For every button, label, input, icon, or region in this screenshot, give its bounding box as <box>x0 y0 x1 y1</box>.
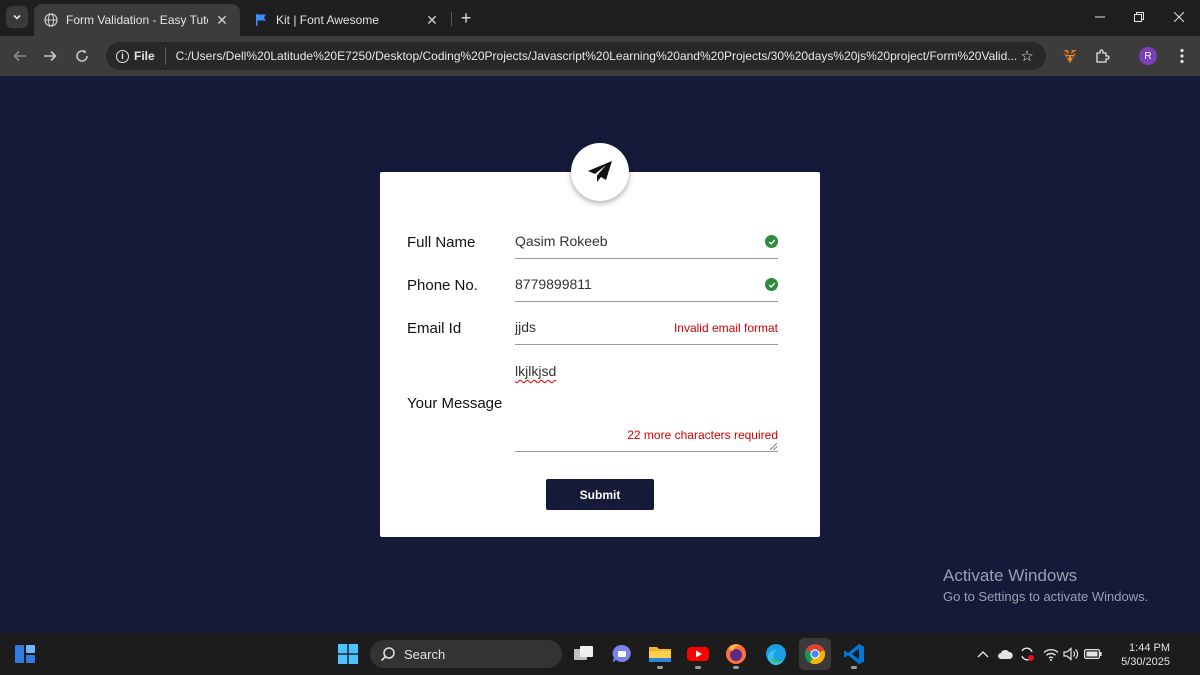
restore-icon <box>1134 12 1144 22</box>
email-label: Email Id <box>407 320 462 337</box>
message-error-message: 22 more characters required <box>627 428 778 442</box>
tab-search-button[interactable] <box>6 6 28 28</box>
full-name-label: Full Name <box>407 234 476 251</box>
message-textarea[interactable]: lkjlkjsd 22 more characters required <box>515 359 778 452</box>
task-view-icon <box>574 646 593 660</box>
battery-icon <box>1084 649 1102 659</box>
flag-icon <box>254 13 268 27</box>
task-view-button[interactable] <box>568 638 600 670</box>
new-tab-button[interactable]: + <box>456 8 476 28</box>
close-icon <box>1174 12 1184 22</box>
message-value: lkjlkjsd <box>515 363 557 379</box>
check-circle-icon <box>765 235 778 248</box>
forward-button[interactable] <box>38 44 62 68</box>
file-explorer-app[interactable] <box>644 638 676 670</box>
phone-value: 8779899811 <box>515 276 592 292</box>
onedrive-tray-icon[interactable] <box>996 645 1014 663</box>
cloud-icon <box>998 649 1013 659</box>
clock-time: 1:44 PM <box>1129 642 1170 654</box>
full-name-input[interactable]: Qasim Rokeeb <box>515 230 778 259</box>
email-input[interactable]: jjds Invalid email format <box>515 316 778 345</box>
tab-form-validation[interactable]: Form Validation - Easy Tutorials ✕ <box>34 4 240 36</box>
restore-button[interactable] <box>1125 6 1153 28</box>
tab-font-awesome[interactable]: Kit | Font Awesome ✕ <box>244 4 450 36</box>
full-name-value: Qasim Rokeeb <box>515 233 608 249</box>
submit-button[interactable]: Submit <box>546 479 654 510</box>
reload-button[interactable] <box>70 44 94 68</box>
chevron-down-icon <box>13 14 21 20</box>
globe-icon <box>44 13 58 27</box>
youtube-icon <box>687 647 709 661</box>
tab-title: Kit | Font Awesome <box>276 13 379 27</box>
speaker-icon <box>1063 647 1079 661</box>
wifi-icon <box>1043 648 1059 661</box>
vscode-app[interactable] <box>838 638 870 670</box>
back-button[interactable] <box>8 44 32 68</box>
site-scheme-label: File <box>134 49 155 63</box>
phone-label: Phone No. <box>407 277 478 294</box>
chrome-icon <box>804 644 826 665</box>
metamask-extension-icon[interactable] <box>1058 44 1082 68</box>
youtube-app[interactable] <box>682 638 714 670</box>
sync-tray-icon[interactable] <box>1018 645 1036 663</box>
star-icon[interactable]: ☆ <box>1018 47 1036 65</box>
close-icon[interactable]: ✕ <box>424 12 440 28</box>
edge-icon <box>766 644 786 665</box>
tab-divider <box>451 12 452 26</box>
vscode-icon <box>844 644 864 664</box>
message-label: Your Message <box>407 395 503 412</box>
profile-initial: R <box>1139 47 1157 65</box>
browser-menu-button[interactable] <box>1170 44 1194 68</box>
minimize-icon <box>1095 16 1105 18</box>
watermark-subtitle: Go to Settings to activate Windows. <box>943 589 1149 604</box>
check-circle-icon <box>765 278 778 291</box>
search-icon <box>380 647 395 662</box>
kebab-menu-icon <box>1180 48 1184 64</box>
email-error-message: Invalid email format <box>673 321 778 335</box>
paper-plane-badge <box>571 143 629 201</box>
phone-input[interactable]: 8779899811 <box>515 273 778 302</box>
arrow-right-icon <box>44 50 57 62</box>
wifi-tray-icon[interactable] <box>1042 645 1060 663</box>
activation-watermark: Activate Windows Go to Settings to activ… <box>943 566 1148 604</box>
site-info-chip[interactable]: i File <box>116 47 166 65</box>
window-close-button[interactable] <box>1165 6 1193 28</box>
sync-icon <box>1021 647 1034 661</box>
battery-tray-icon[interactable] <box>1084 645 1102 663</box>
taskbar-clock[interactable]: 1:44 PM 5/30/2025 <box>1108 641 1170 669</box>
start-button[interactable] <box>332 638 364 670</box>
watermark-title: Activate Windows <box>943 566 1078 585</box>
close-icon[interactable]: ✕ <box>214 12 230 28</box>
widgets-icon <box>15 645 35 663</box>
textarea-resize-handle[interactable] <box>770 443 777 450</box>
clock-date: 5/30/2025 <box>1121 656 1170 668</box>
url-text[interactable]: C:/Users/Dell%20Latitude%20E7250/Desktop… <box>176 49 1018 63</box>
edge-app[interactable] <box>760 638 792 670</box>
widgets-button[interactable] <box>9 638 41 670</box>
taskbar-search-box[interactable]: Search <box>370 640 562 668</box>
chrome-app[interactable] <box>799 638 831 670</box>
tab-title: Form Validation - Easy Tutorials <box>66 13 208 27</box>
extensions-puzzle-icon[interactable] <box>1090 44 1114 68</box>
folder-icon <box>649 647 671 662</box>
reload-icon <box>76 49 88 62</box>
paper-plane-icon <box>588 161 612 182</box>
chevron-up-icon <box>977 651 989 658</box>
profile-avatar[interactable]: R <box>1136 44 1160 68</box>
info-icon: i <box>116 49 129 63</box>
firefox-app[interactable] <box>720 638 752 670</box>
address-bar[interactable]: i File C:/Users/Dell%20Latitude%20E7250/… <box>106 42 1046 70</box>
show-hidden-icons-button[interactable] <box>974 645 992 663</box>
chat-icon <box>612 644 631 663</box>
taskbar-search-label: Search <box>404 646 446 662</box>
volume-tray-icon[interactable] <box>1062 645 1080 663</box>
tab-strip: Form Validation - Easy Tutorials ✕ Kit |… <box>0 0 1200 36</box>
teams-chat-app[interactable] <box>606 638 638 670</box>
firefox-icon <box>726 644 746 664</box>
email-value: jjds <box>515 319 537 335</box>
minimize-button[interactable] <box>1086 6 1114 28</box>
arrow-left-icon <box>13 50 26 62</box>
windows-logo-icon <box>338 644 358 664</box>
